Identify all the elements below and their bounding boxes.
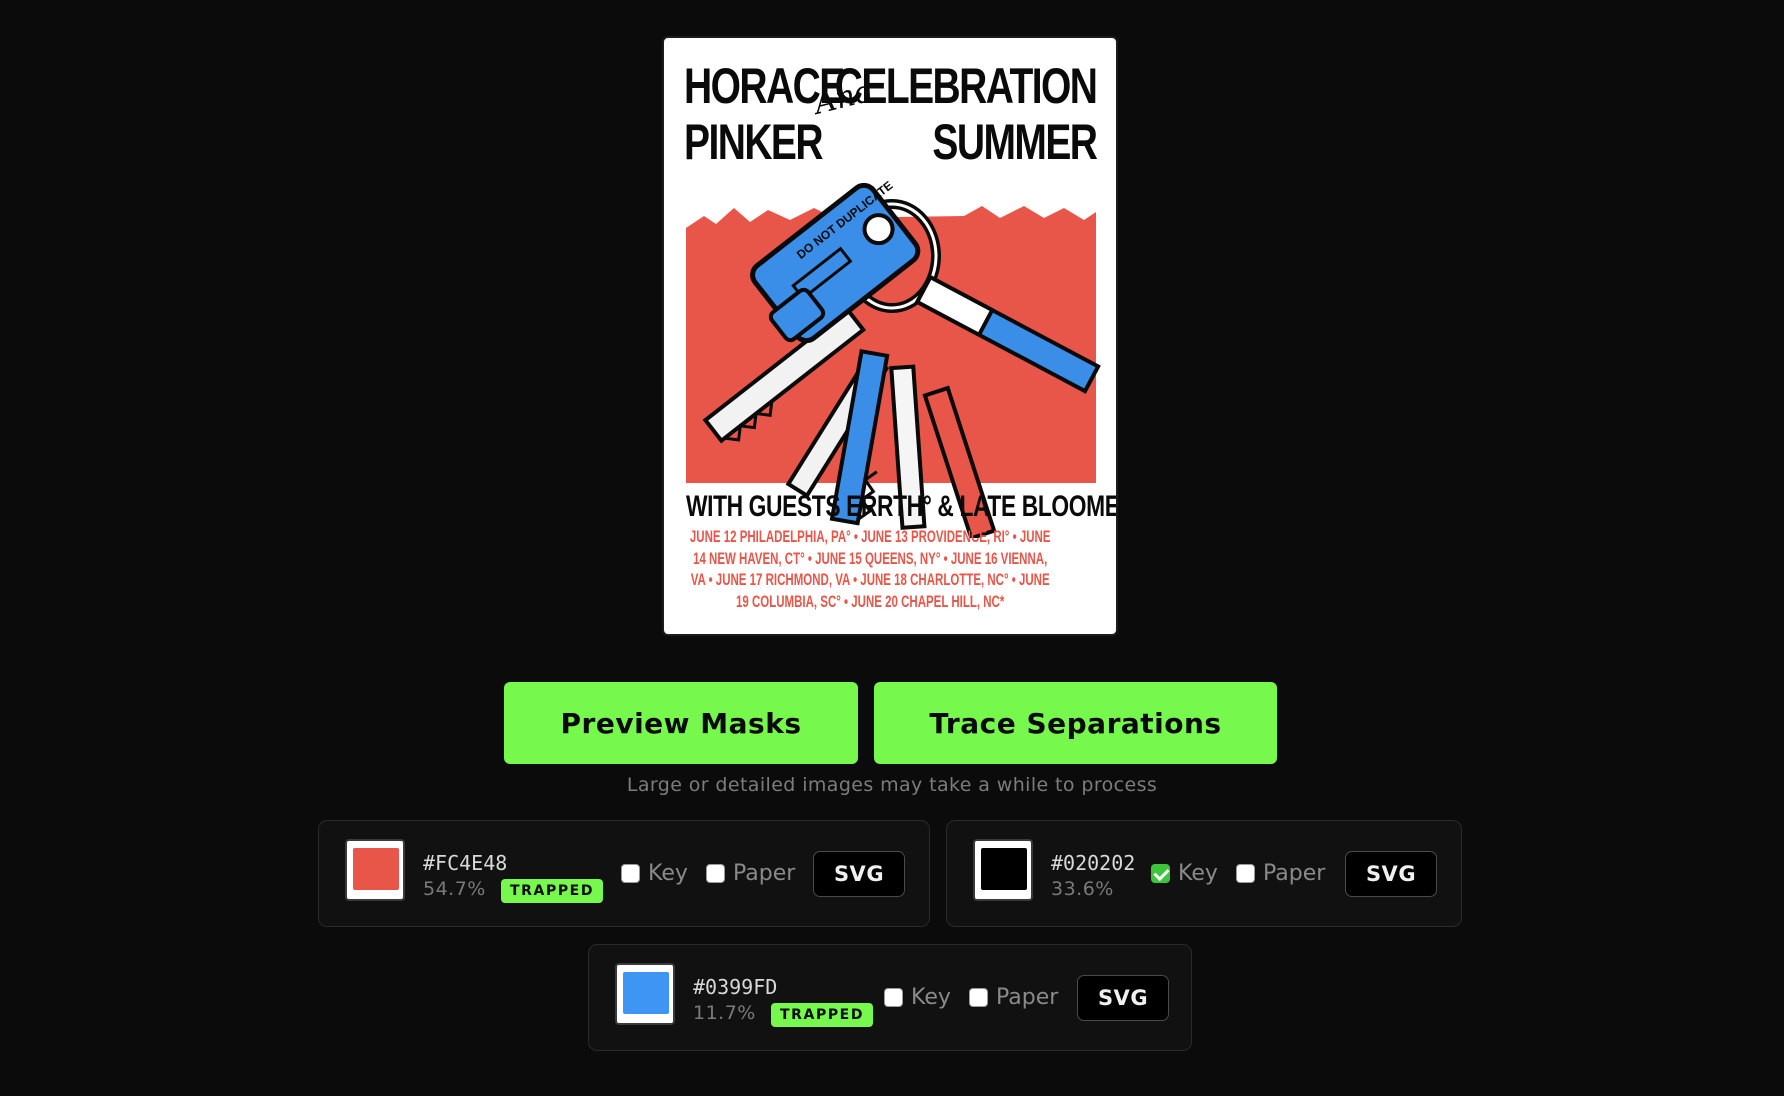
paper-checkbox[interactable]: Paper — [706, 861, 795, 886]
processing-hint: Large or detailed images may take a whil… — [626, 774, 1158, 796]
svg-export-button[interactable]: SVG — [1077, 975, 1169, 1021]
poster-guests: WITH GUESTS ERRTH° & LATE BLOOMER* — [686, 490, 1118, 523]
coverage-percent: 33.6% — [1051, 878, 1114, 900]
checkbox-box[interactable] — [884, 988, 903, 1007]
poster-title-right: CELEBRATION SUMMER — [834, 58, 1097, 170]
key-label: Key — [1178, 861, 1218, 886]
swatch-fill — [353, 848, 399, 890]
trapped-badge: TRAPPED — [771, 1003, 874, 1027]
hex-value: #020202 — [1051, 851, 1136, 875]
paper-label: Paper — [996, 985, 1059, 1010]
preview-masks-button[interactable]: Preview Masks — [504, 682, 858, 764]
key-checkbox[interactable]: Key — [621, 861, 688, 886]
separation-card-red: #FC4E48 54.7% TRAPPED Key Paper SVG — [318, 820, 930, 927]
swatch-fill — [623, 972, 669, 1014]
separation-card-blue: #0399FD 11.7% TRAPPED Key Paper SVG — [588, 944, 1192, 1051]
hex-value: #FC4E48 — [423, 851, 508, 875]
svg-export-button[interactable]: SVG — [813, 851, 905, 897]
checkbox-box[interactable] — [1236, 864, 1255, 883]
key-checkbox[interactable]: Key — [884, 985, 951, 1010]
trace-separations-button[interactable]: Trace Separations — [874, 682, 1277, 764]
paper-checkbox[interactable]: Paper — [969, 985, 1058, 1010]
paper-checkbox[interactable]: Paper — [1236, 861, 1325, 886]
separation-card-black: #020202 33.6% Key Paper SVG — [946, 820, 1462, 927]
keys-illustration: DO NOT DUPLICATE — [686, 178, 1101, 538]
key-checkbox[interactable]: Key — [1151, 861, 1218, 886]
artwork-preview: HORACE PINKER And CELEBRATION SUMMER DO … — [662, 36, 1118, 636]
checkbox-box[interactable] — [969, 988, 988, 1007]
hex-value: #0399FD — [693, 975, 778, 999]
poster-tour-dates: JUNE 12 PHILADELPHIA, PA° • JUNE 13 PROV… — [689, 527, 1051, 611]
trapped-badge: TRAPPED — [501, 879, 604, 903]
color-swatch — [615, 963, 675, 1025]
paper-label: Paper — [733, 861, 796, 886]
paper-label: Paper — [1263, 861, 1326, 886]
checkbox-box[interactable] — [621, 864, 640, 883]
key-label: Key — [911, 985, 951, 1010]
svg-export-button[interactable]: SVG — [1345, 851, 1437, 897]
color-swatch — [973, 839, 1033, 901]
checkbox-box[interactable] — [706, 864, 725, 883]
coverage-percent: 54.7% — [423, 878, 486, 900]
key-label: Key — [648, 861, 688, 886]
swatch-fill — [981, 848, 1027, 890]
coverage-percent: 11.7% — [693, 1002, 756, 1024]
color-swatch — [345, 839, 405, 901]
checkbox-checked[interactable] — [1151, 864, 1170, 883]
